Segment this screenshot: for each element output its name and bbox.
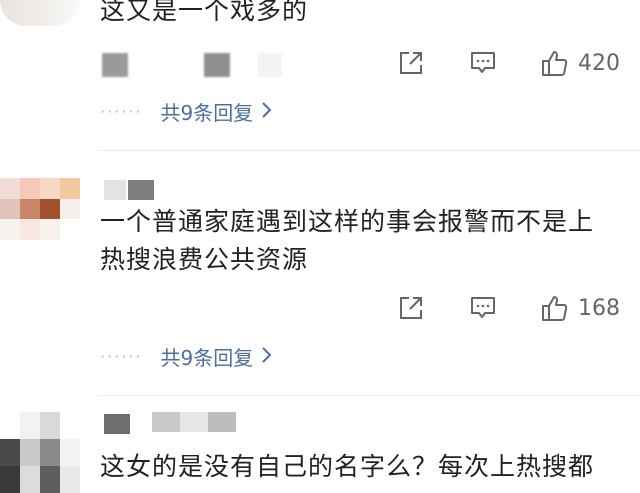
view-replies-link[interactable]: ······ 共9条回复 xyxy=(100,97,273,126)
like-count: 420 xyxy=(578,50,620,76)
like-count: 168 xyxy=(578,295,620,321)
avatar[interactable] xyxy=(0,412,80,493)
thumbs-up-icon[interactable] xyxy=(540,48,570,78)
comment-icon[interactable] xyxy=(468,293,498,323)
comment-text: 这又是一个戏多的 xyxy=(100,0,308,30)
share-icon[interactable] xyxy=(396,293,426,323)
divider xyxy=(98,395,640,396)
comment-line: 这又是一个戏多的 xyxy=(100,0,309,25)
share-icon[interactable] xyxy=(396,48,426,78)
reply-dots: ······ xyxy=(100,347,143,366)
username-blurred[interactable] xyxy=(128,180,154,200)
username-blurred[interactable] xyxy=(104,180,126,200)
divider xyxy=(98,150,640,151)
reply-dots: ······ xyxy=(100,102,143,121)
comment-text: 这女的是没有自己的名字么？每次上热搜都 xyxy=(100,448,594,486)
username-blurred[interactable] xyxy=(208,412,236,432)
replies-label: 共9条回复 xyxy=(160,346,254,370)
avatar[interactable] xyxy=(0,178,80,240)
comment-actions: 168 xyxy=(354,293,620,323)
avatar[interactable] xyxy=(0,0,80,26)
chevron-right-icon xyxy=(261,345,273,369)
image-thumbnail[interactable] xyxy=(258,53,282,77)
username-blurred[interactable] xyxy=(180,412,208,432)
comment-line: 热搜浪费公共资源 xyxy=(100,245,309,274)
comment-text: 一个普通家庭遇到这样的事会报警而不是上 热搜浪费公共资源 xyxy=(100,203,594,279)
username-blurred[interactable] xyxy=(104,414,130,434)
chevron-right-icon xyxy=(261,100,273,124)
comment-icon[interactable] xyxy=(468,48,498,78)
view-replies-link[interactable]: ······ 共9条回复 xyxy=(100,342,273,371)
thumbs-up-icon[interactable] xyxy=(540,293,570,323)
replies-label: 共9条回复 xyxy=(160,101,254,125)
image-thumbnail[interactable] xyxy=(102,53,128,77)
username-blurred[interactable] xyxy=(152,412,180,432)
comment-actions: 420 xyxy=(354,48,620,78)
image-thumbnail[interactable] xyxy=(204,53,230,77)
comment-line: 这女的是没有自己的名字么？每次上热搜都 xyxy=(100,452,595,481)
comment-line: 一个普通家庭遇到这样的事会报警而不是上 xyxy=(100,207,595,236)
